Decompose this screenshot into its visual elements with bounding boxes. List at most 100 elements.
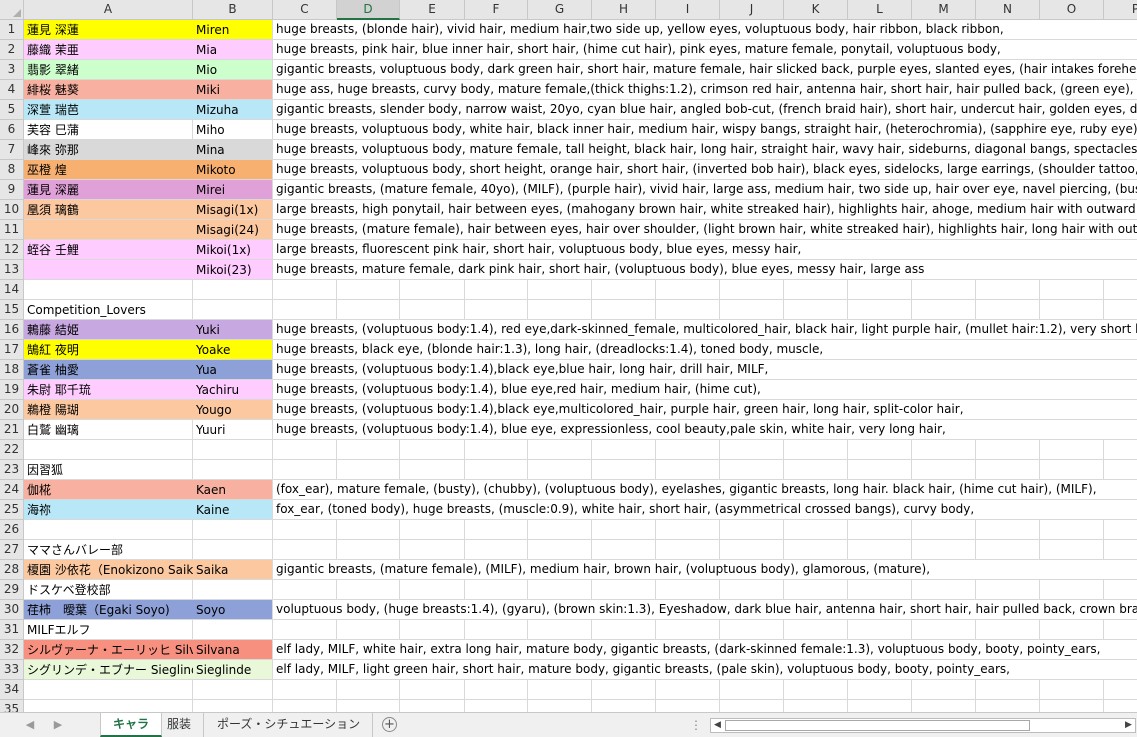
row-header[interactable]: 13: [0, 260, 24, 280]
cell-c[interactable]: huge breasts, (voluptuous body:1.4), blu…: [273, 420, 1137, 439]
row-header[interactable]: 8: [0, 160, 24, 180]
cell-c[interactable]: elf lady, MILF, white hair, extra long h…: [273, 640, 1137, 659]
cell-c[interactable]: huge breasts, voluptuous body, white hai…: [273, 120, 1137, 139]
row-header[interactable]: 3: [0, 60, 24, 80]
column-header-e[interactable]: E: [400, 0, 465, 20]
cell-b[interactable]: Misagi(1x): [193, 200, 273, 220]
cell-c[interactable]: gigantic breasts, slender body, narrow w…: [273, 100, 1137, 119]
cell-a[interactable]: 榎園 沙依花（Enokizono Saika: [24, 560, 193, 580]
row-header[interactable]: 32: [0, 640, 24, 660]
cell-b[interactable]: Mio: [193, 60, 273, 80]
tab-chara[interactable]: キャラ: [100, 713, 163, 737]
cell-b[interactable]: Mina: [193, 140, 273, 160]
cell-b[interactable]: Saika: [193, 560, 273, 580]
cell-c[interactable]: huge breasts, (voluptuous body:1.4),blac…: [273, 360, 1137, 379]
cell-a[interactable]: [24, 520, 624, 540]
next-sheet-icon[interactable]: ▶: [50, 717, 66, 733]
row-header[interactable]: 4: [0, 80, 24, 100]
column-header-m[interactable]: M: [912, 0, 976, 20]
column-header-c[interactable]: C: [273, 0, 337, 20]
row-header[interactable]: 27: [0, 540, 24, 560]
cell-a[interactable]: 深萱 瑞芭: [24, 100, 193, 120]
cell-a[interactable]: [24, 260, 193, 280]
row-header[interactable]: 11: [0, 220, 24, 240]
cell-c[interactable]: huge breasts, voluptuous body, mature fe…: [273, 140, 1137, 159]
column-header-k[interactable]: K: [784, 0, 848, 20]
row-header[interactable]: 17: [0, 340, 24, 360]
cell-a[interactable]: 巫橙 煌: [24, 160, 193, 180]
cell-b[interactable]: Mirei: [193, 180, 273, 200]
prev-sheet-icon[interactable]: ◀: [22, 717, 38, 733]
cell-a[interactable]: 峰來 弥那: [24, 140, 193, 160]
cell-c[interactable]: huge breasts, mature female, dark pink h…: [273, 260, 1137, 279]
row-header[interactable]: 7: [0, 140, 24, 160]
column-header-a[interactable]: A: [24, 0, 193, 20]
column-header-g[interactable]: G: [528, 0, 592, 20]
cell-b[interactable]: [193, 620, 273, 640]
column-header-h[interactable]: H: [592, 0, 656, 20]
cell-b[interactable]: Yua: [193, 360, 273, 380]
cell-c[interactable]: (fox_ear), mature female, (busty), (chub…: [273, 480, 1137, 499]
column-header-n[interactable]: N: [976, 0, 1040, 20]
scroll-thumb[interactable]: [725, 720, 1030, 731]
row-header[interactable]: 26: [0, 520, 24, 540]
cell-c[interactable]: gigantic breasts, voluptuous body, dark …: [273, 60, 1137, 79]
cell-c[interactable]: huge breasts, (mature female), hair betw…: [273, 220, 1137, 239]
cell-a[interactable]: 翡影 翠緒: [24, 60, 193, 80]
cell-a[interactable]: 蓮見 深麗: [24, 180, 193, 200]
cell-b[interactable]: Yougo: [193, 400, 273, 420]
cell-a[interactable]: 蓮見 深蓮: [24, 20, 193, 40]
cell-b[interactable]: Miho: [193, 120, 273, 140]
cell-a[interactable]: シルヴァーナ・エーリッヒ Silvana: [24, 640, 193, 660]
cell-b[interactable]: [193, 580, 273, 600]
cell-c[interactable]: elf lady, MILF, light green hair, short …: [273, 660, 1137, 679]
cell-c[interactable]: huge breasts, (voluptuous body:1.4),blac…: [273, 400, 1137, 419]
cell-b[interactable]: Yuki: [193, 320, 273, 340]
cell-c[interactable]: huge breasts, pink hair, blue inner hair…: [273, 40, 1137, 59]
row-header[interactable]: 19: [0, 380, 24, 400]
cell-b[interactable]: Mizuha: [193, 100, 273, 120]
row-header[interactable]: 35: [0, 700, 24, 712]
cell-b[interactable]: Misagi(24): [193, 220, 273, 240]
cell-a[interactable]: 蛭谷 壬鯉: [24, 240, 193, 260]
cell-b[interactable]: [193, 300, 273, 320]
cell-a[interactable]: 鵠紅 夜明: [24, 340, 193, 360]
scroll-right-icon[interactable]: ▶: [1122, 719, 1135, 732]
column-header-o[interactable]: O: [1040, 0, 1104, 20]
more-options-icon[interactable]: ⋮: [690, 718, 702, 732]
cell-b[interactable]: Mikoi(1x): [193, 240, 273, 260]
row-header[interactable]: 6: [0, 120, 24, 140]
cell-b[interactable]: [193, 700, 273, 712]
cell-b[interactable]: [193, 520, 273, 540]
cell-a[interactable]: [24, 440, 624, 460]
cell-c[interactable]: huge breasts, black eye, (blonde hair:1.…: [273, 340, 1137, 359]
row-header[interactable]: 5: [0, 100, 24, 120]
row-header[interactable]: 1: [0, 20, 24, 40]
row-header[interactable]: 23: [0, 460, 24, 480]
cell-a[interactable]: 緋桜 魅葵: [24, 80, 193, 100]
cell-b[interactable]: [193, 540, 273, 560]
select-all-corner[interactable]: [0, 0, 24, 20]
add-sheet-button[interactable]: +: [382, 717, 397, 732]
column-header-f[interactable]: F: [465, 0, 528, 20]
cell-a[interactable]: 因習狐: [24, 460, 624, 480]
cell-c[interactable]: large breasts, fluorescent pink hair, sh…: [273, 240, 1137, 259]
row-header[interactable]: 18: [0, 360, 24, 380]
cell-b[interactable]: Sieglinde: [193, 660, 273, 680]
column-header-l[interactable]: L: [848, 0, 912, 20]
row-header[interactable]: 25: [0, 500, 24, 520]
cell-b[interactable]: Silvana: [193, 640, 273, 660]
cell-a[interactable]: [24, 220, 193, 240]
cell-b[interactable]: [193, 280, 273, 300]
cell-a[interactable]: ドスケベ登校部: [24, 580, 624, 600]
cell-a[interactable]: 藤織 茉亜: [24, 40, 193, 60]
cell-c[interactable]: huge ass, huge breasts, curvy body, matu…: [273, 80, 1137, 99]
cell-a[interactable]: 芙容 巳蒲: [24, 120, 193, 140]
cell-c[interactable]: huge breasts, (blonde hair), vivid hair,…: [273, 20, 1137, 39]
cell-c[interactable]: gigantic breasts, (mature female, 40yo),…: [273, 180, 1137, 199]
cell-b[interactable]: Yoake: [193, 340, 273, 360]
row-header[interactable]: 20: [0, 400, 24, 420]
cell-b[interactable]: [193, 460, 273, 480]
column-header-d[interactable]: D: [337, 0, 400, 20]
tab-clothes[interactable]: 服装: [155, 713, 205, 737]
